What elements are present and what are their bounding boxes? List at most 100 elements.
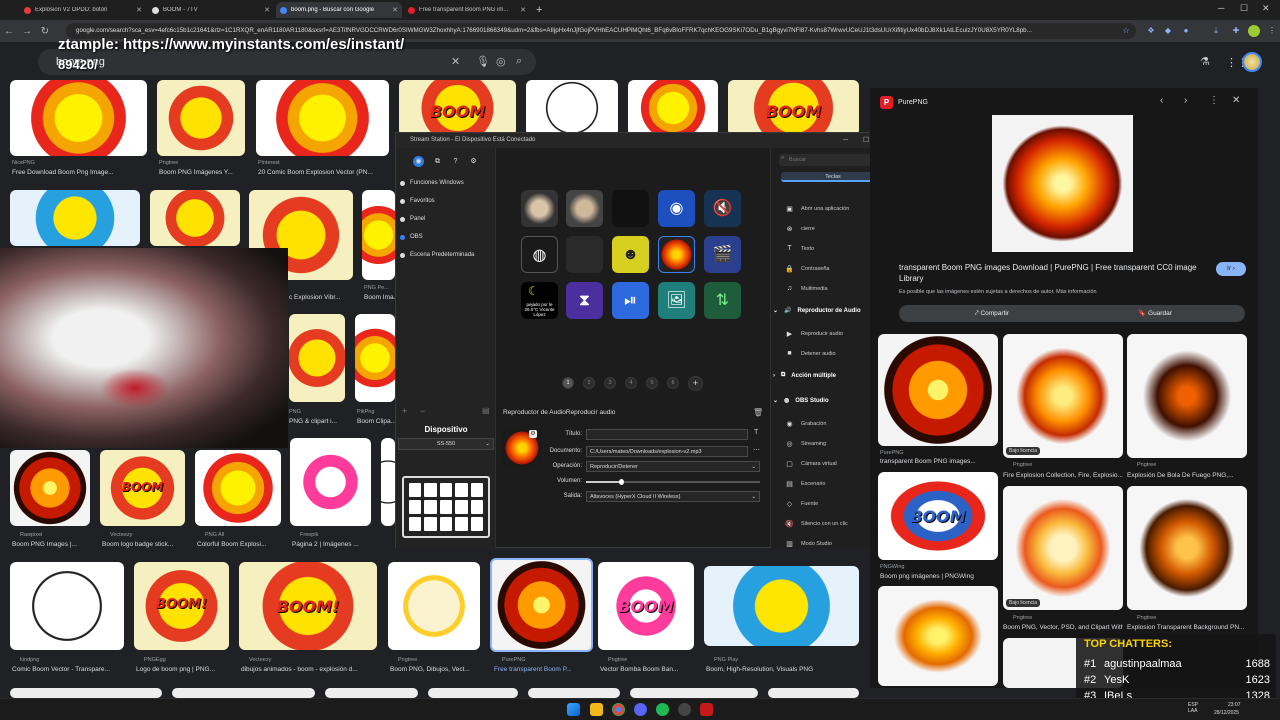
- action-item[interactable]: ◎ Streaming: [785, 440, 826, 448]
- category-obs-studio[interactable]: ⌄ ◍ OBS Studio: [773, 397, 829, 405]
- key-multi-action-icon[interactable]: ⧗: [566, 282, 603, 319]
- profile-item-active[interactable]: OBS: [400, 234, 423, 240]
- key-user-photo[interactable]: [521, 190, 558, 227]
- tab-close-icon[interactable]: ✕: [136, 6, 142, 14]
- related-caption[interactable]: Boom png imágenes | PNGWing: [880, 573, 998, 580]
- action-item[interactable]: ▢ Cámara virtual: [785, 460, 837, 468]
- bookmark-star-icon[interactable]: ☆: [1120, 25, 1132, 37]
- action-item[interactable]: ▤ Escenario: [785, 480, 825, 488]
- result-image[interactable]: [10, 80, 147, 156]
- text-format-icon[interactable]: T: [754, 429, 758, 436]
- action-item[interactable]: ■ Detener audio: [785, 350, 835, 357]
- result-caption[interactable]: PNG & clipart i...: [289, 418, 349, 425]
- import-icon[interactable]: ▤: [482, 406, 490, 415]
- actions-search-input[interactable]: Buscar: [779, 154, 875, 166]
- result-image[interactable]: BOOM: [100, 450, 185, 526]
- add-page-button[interactable]: +: [688, 376, 703, 391]
- action-item[interactable]: 🔒 Contraseña: [785, 265, 829, 273]
- result-image[interactable]: [526, 80, 618, 136]
- operation-select[interactable]: Reproducir/Detener ⌄: [586, 461, 760, 472]
- browser-tab[interactable]: Explosion V2 OPDD: botón ✕: [20, 2, 146, 18]
- related-caption[interactable]: Boom PNG, Vector, PSD, and Clipart With.…: [1003, 624, 1123, 631]
- profile-avatar[interactable]: [1248, 25, 1260, 37]
- result-caption[interactable]: Página 2 | Imágenes ...: [292, 541, 372, 548]
- related-caption[interactable]: transparent Boom PNG images...: [880, 458, 998, 465]
- browser-tab-active[interactable]: boom.png - Buscar con Google ✕: [276, 2, 402, 18]
- result-image[interactable]: [381, 438, 395, 526]
- result-caption[interactable]: Boom Clipa...: [357, 418, 395, 425]
- result-image[interactable]: [290, 438, 371, 526]
- discord-icon[interactable]: [634, 703, 647, 716]
- result-image[interactable]: [10, 562, 124, 650]
- lens-icon[interactable]: ◎: [496, 55, 506, 68]
- close-icon[interactable]: ✕: [1232, 95, 1240, 106]
- result-image[interactable]: [10, 190, 140, 246]
- result-image[interactable]: BOOM: [728, 80, 859, 136]
- chrome-icon[interactable]: [612, 703, 625, 716]
- profile-item[interactable]: Escena Predeterminada: [400, 252, 474, 258]
- page-button[interactable]: 2: [583, 377, 595, 389]
- extensions-puzzle-icon[interactable]: ✚: [1230, 25, 1242, 37]
- key-webcam-icon[interactable]: ◉: [658, 190, 695, 227]
- result-image[interactable]: [157, 80, 245, 156]
- related-caption[interactable]: Fire Explosion Collection, Fire, Explosi…: [1003, 472, 1123, 479]
- preview-title[interactable]: transparent Boom PNG images Download | P…: [899, 262, 1199, 284]
- action-item[interactable]: T Texto: [785, 245, 814, 252]
- extension-icon[interactable]: ❖: [1145, 25, 1157, 37]
- title-input[interactable]: [586, 429, 748, 440]
- document-path-field[interactable]: C:/Users/mateo/Downloads/explosion-v2.mp…: [586, 446, 748, 457]
- category-multi-action[interactable]: › ⧉ Acción múltiple: [773, 372, 836, 379]
- maximize-icon[interactable]: ☐: [863, 133, 869, 148]
- result-caption[interactable]: Boom PNG, Dibujos, Vect...: [390, 666, 480, 673]
- add-profile-icon[interactable]: +: [402, 406, 407, 416]
- result-image[interactable]: [172, 688, 315, 698]
- extension-icon[interactable]: ●: [1180, 25, 1192, 37]
- minimize-icon[interactable]: ─: [843, 133, 848, 148]
- tab-close-icon[interactable]: ✕: [264, 6, 270, 14]
- result-caption[interactable]: Free transparent Boom P...: [494, 666, 590, 673]
- labs-icon[interactable]: ⚗: [1200, 55, 1210, 68]
- related-caption[interactable]: Explosión De Bola De Fuego PNG,...: [1127, 472, 1247, 479]
- category-audio-player[interactable]: ⌄ 🔊 Reproductor de Audio: [773, 307, 861, 315]
- result-caption[interactable]: c Explosion Vibr...: [289, 294, 349, 301]
- action-item[interactable]: ▶ Reproducir audio: [785, 330, 843, 338]
- key-pepe-icon[interactable]: ☻: [612, 236, 649, 273]
- result-caption[interactable]: Boom, High-Resolution, Visuals PNG: [706, 666, 859, 673]
- page-button[interactable]: 3: [604, 377, 616, 389]
- related-image[interactable]: [1127, 334, 1247, 458]
- result-image[interactable]: [325, 688, 418, 698]
- result-caption[interactable]: dibujos animados - boom - explosión d...: [241, 666, 377, 673]
- clock-time[interactable]: 23:07: [1228, 702, 1241, 708]
- help-icon[interactable]: ?: [450, 156, 461, 167]
- spotify-icon[interactable]: [656, 703, 669, 716]
- next-icon[interactable]: ›: [1184, 95, 1187, 106]
- result-image[interactable]: [628, 80, 718, 136]
- action-item[interactable]: ♫ Multimedia: [785, 285, 828, 292]
- result-caption[interactable]: Boom PNG Images |...: [12, 541, 98, 548]
- device-icon[interactable]: ◉: [413, 156, 424, 167]
- browser-tab[interactable]: BOOM - 7TV ✕: [148, 2, 274, 18]
- key-dark-photo[interactable]: [612, 190, 649, 227]
- key-play-pause-icon[interactable]: ⏯: [612, 282, 649, 319]
- back-icon[interactable]: ←: [0, 26, 18, 37]
- device-select[interactable]: SS-550 ⌄: [398, 438, 494, 450]
- profile-item[interactable]: Funciones Windows: [400, 180, 464, 186]
- related-image[interactable]: Bajo licencia: [1003, 334, 1123, 458]
- tab-close-icon[interactable]: ✕: [392, 6, 398, 14]
- related-image[interactable]: [1127, 486, 1247, 610]
- key-weather[interactable]: ☾ pejado por le 26.0°C Vicente López: [521, 282, 558, 319]
- language-indicator[interactable]: ESP LAA: [1188, 702, 1198, 714]
- preview-image[interactable]: [992, 115, 1133, 252]
- result-image[interactable]: [388, 562, 480, 650]
- result-image[interactable]: [704, 566, 859, 646]
- new-tab-button[interactable]: +: [536, 4, 542, 16]
- maximize-icon[interactable]: ☐: [1240, 3, 1248, 14]
- related-image[interactable]: [878, 586, 998, 686]
- result-image[interactable]: [355, 314, 395, 402]
- result-image[interactable]: [528, 688, 620, 698]
- file-explorer-icon[interactable]: [590, 703, 603, 716]
- page-button[interactable]: 1: [562, 377, 574, 389]
- save-button[interactable]: 🔖 Guardar: [1065, 305, 1245, 322]
- window-close-icon[interactable]: ✕: [1262, 3, 1270, 14]
- share-button[interactable]: ⤤ Compartir: [899, 305, 1085, 322]
